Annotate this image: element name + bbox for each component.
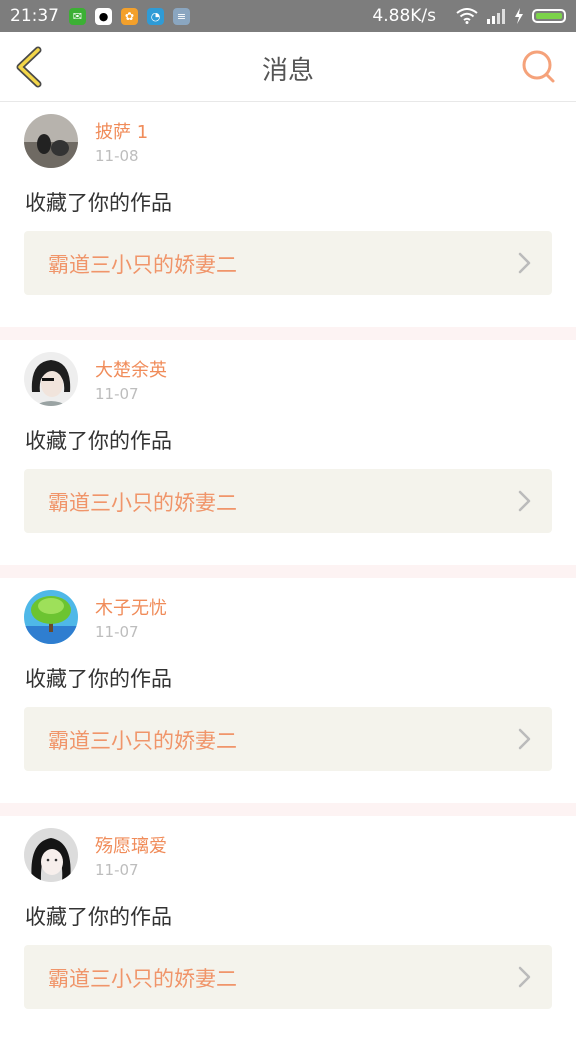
user-name[interactable]: 殇愿璃爱 <box>95 832 167 858</box>
status-bar: 21:37 ✉ ● ✿ ◔ ≡ 4.88K/s <box>0 0 576 32</box>
charging-icon <box>514 8 524 24</box>
status-time: 21:37 <box>10 6 59 26</box>
message-date: 11-07 <box>95 385 139 403</box>
wifi-icon <box>456 8 478 24</box>
avatar[interactable] <box>24 590 78 644</box>
message-text: 收藏了你的作品 <box>25 191 172 215</box>
list-item: 披萨 1 11-08 收藏了你的作品 霸道三小只的娇妻二 <box>0 102 576 327</box>
message-text: 收藏了你的作品 <box>25 905 172 929</box>
divider <box>0 327 576 340</box>
search-icon <box>522 50 555 83</box>
app-grey-icon: ≡ <box>173 7 190 25</box>
work-title: 霸道三小只的娇妻二 <box>48 967 237 991</box>
message-date: 11-07 <box>95 861 139 879</box>
app-blue-icon: ◔ <box>147 7 164 25</box>
search-button[interactable] <box>520 48 558 86</box>
list-item: 大楚余英 11-07 收藏了你的作品 霸道三小只的娇妻二 <box>0 340 576 565</box>
message-text: 收藏了你的作品 <box>25 667 172 691</box>
work-title: 霸道三小只的娇妻二 <box>48 253 237 277</box>
signal-icon <box>486 8 506 24</box>
work-link[interactable]: 霸道三小只的娇妻二 <box>24 231 552 295</box>
app-orange-icon: ✿ <box>121 7 138 25</box>
avatar[interactable] <box>24 828 78 882</box>
list-item: 殇愿璃爱 11-07 收藏了你的作品 霸道三小只的娇妻二 <box>0 816 576 1041</box>
work-title: 霸道三小只的娇妻二 <box>48 729 237 753</box>
message-date: 11-07 <box>95 623 139 641</box>
qq-icon: ● <box>95 7 112 25</box>
work-link[interactable]: 霸道三小只的娇妻二 <box>24 945 552 1009</box>
avatar[interactable] <box>24 114 78 168</box>
wechat-icon: ✉ <box>69 7 86 25</box>
work-link[interactable]: 霸道三小只的娇妻二 <box>24 707 552 771</box>
message-date: 11-08 <box>95 147 139 165</box>
chevron-right-icon <box>518 490 531 512</box>
chevron-right-icon <box>518 728 531 750</box>
message-text: 收藏了你的作品 <box>25 429 172 453</box>
chevron-right-icon <box>518 966 531 988</box>
chevron-right-icon <box>518 252 531 274</box>
user-name[interactable]: 木子无忧 <box>95 594 167 620</box>
divider <box>0 803 576 816</box>
work-link[interactable]: 霸道三小只的娇妻二 <box>24 469 552 533</box>
page-title: 消息 <box>261 56 314 86</box>
title-bar: 消息 <box>0 32 576 102</box>
message-list: 披萨 1 11-08 收藏了你的作品 霸道三小只的娇妻二 大楚余英 11-07 … <box>0 102 576 1041</box>
divider <box>0 565 576 578</box>
user-name[interactable]: 披萨 1 <box>95 118 148 144</box>
user-name[interactable]: 大楚余英 <box>95 356 167 382</box>
network-speed: 4.88K/s <box>372 6 436 26</box>
list-item: 木子无忧 11-07 收藏了你的作品 霸道三小只的娇妻二 <box>0 578 576 803</box>
work-title: 霸道三小只的娇妻二 <box>48 491 237 515</box>
avatar[interactable] <box>24 352 78 406</box>
battery-icon <box>532 9 566 23</box>
